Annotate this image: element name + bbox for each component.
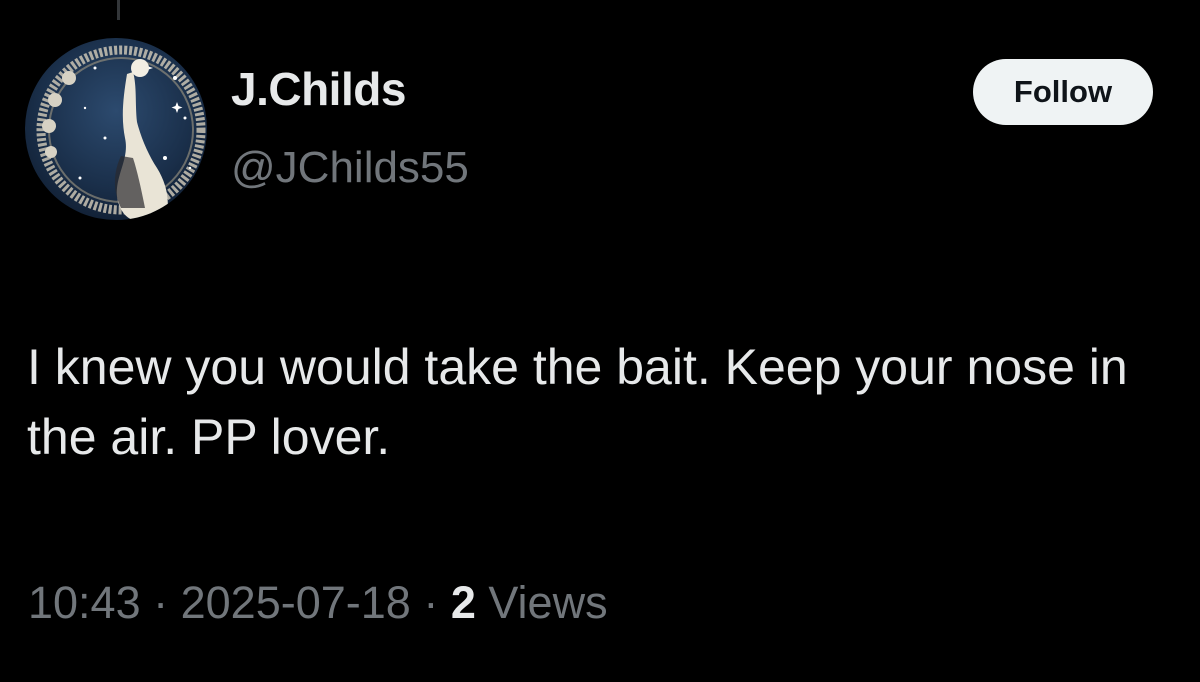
avatar-image bbox=[25, 38, 207, 220]
author-display-name[interactable]: J.Childs bbox=[231, 66, 406, 112]
avatar[interactable] bbox=[25, 38, 207, 220]
views-label: Views bbox=[488, 577, 608, 628]
views-count: 2 bbox=[450, 577, 476, 628]
follow-button[interactable]: Follow bbox=[973, 59, 1153, 125]
tweet-date[interactable]: 2025-07-18 bbox=[181, 577, 411, 628]
tweet-meta: 10:43 · 2025-07-18 · 2 Views bbox=[28, 580, 608, 625]
tweet-time[interactable]: 10:43 bbox=[28, 577, 141, 628]
thread-connector-line bbox=[117, 0, 120, 20]
author-handle[interactable]: @JChilds55 bbox=[231, 146, 469, 190]
meta-separator: · bbox=[410, 577, 451, 628]
meta-separator: · bbox=[140, 577, 181, 628]
tweet-text: I knew you would take the bait. Keep you… bbox=[27, 339, 1128, 465]
